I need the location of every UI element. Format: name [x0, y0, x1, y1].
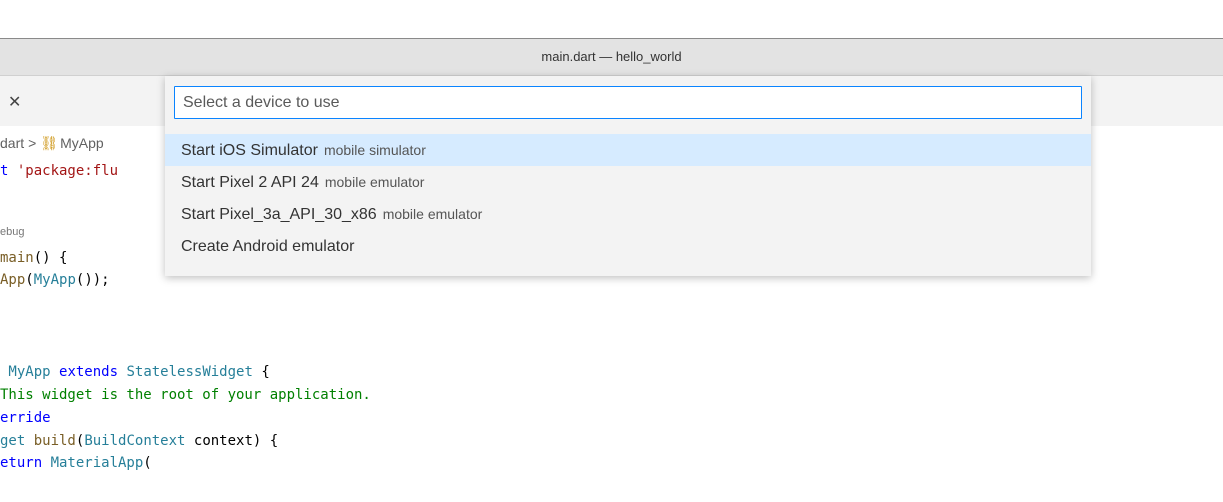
code-token: eturn: [0, 455, 51, 471]
code-token: erride: [0, 410, 51, 426]
code-token: main: [0, 250, 34, 266]
code-token: App: [0, 272, 26, 288]
code-token: () {: [33, 250, 68, 266]
code-token: MyApp: [0, 364, 60, 380]
code-line: t 'package:flu: [0, 163, 118, 179]
code-token: StatelessWidget: [126, 364, 253, 380]
code-line: MyApp extends StatelessWidget {: [0, 364, 270, 380]
device-item-pixel-3a[interactable]: Start Pixel_3a_API_30_x86 mobile emulator: [165, 198, 1091, 230]
class-icon: ⛓: [40, 135, 59, 151]
code-token: extends: [59, 364, 119, 380]
breadcrumb-separator: >: [28, 135, 37, 151]
code-line: main() {: [0, 250, 67, 266]
device-list: Start iOS Simulator mobile simulator Star…: [165, 134, 1091, 262]
code-token: get: [0, 433, 34, 449]
code-line: App(MyApp());: [0, 272, 110, 288]
window-title-bar: main.dart — hello_world: [0, 38, 1223, 76]
device-item-label: Start Pixel_3a_API_30_x86: [181, 206, 377, 223]
code-token: 'package:flu: [16, 163, 119, 179]
code-line: erride: [0, 410, 51, 426]
code-token: MaterialApp: [50, 455, 144, 471]
desktop-strip: [0, 0, 1223, 38]
window-title: main.dart — hello_world: [541, 49, 682, 64]
code-editor[interactable]: t 'package:flu main() { App(MyApp()); My…: [0, 0, 371, 471]
code-line: eturn MaterialApp(: [0, 455, 152, 471]
device-item-description: mobile emulator: [382, 206, 483, 222]
code-token: {: [252, 364, 270, 380]
device-item-label: Start iOS Simulator: [181, 142, 318, 159]
code-token: (: [143, 455, 152, 471]
device-quick-pick: Start iOS Simulator mobile simulator Star…: [165, 76, 1091, 276]
device-item-description: mobile simulator: [323, 142, 426, 158]
code-token: MyApp: [33, 272, 76, 288]
device-item-label: Start Pixel 2 API 24: [181, 174, 319, 191]
code-token: t: [0, 163, 17, 179]
code-token: This widget is the root of your applicat…: [0, 387, 371, 403]
code-token: ());: [75, 272, 110, 288]
breadcrumb-symbol[interactable]: MyApp: [60, 135, 104, 151]
device-item-ios-simulator[interactable]: Start iOS Simulator mobile simulator: [165, 134, 1091, 166]
device-item-create-android[interactable]: Create Android emulator: [165, 230, 1091, 262]
code-token: (: [25, 272, 34, 288]
device-item-description: [354, 238, 360, 254]
codelens-debug[interactable]: ebug: [0, 226, 24, 238]
device-item-label: Create Android emulator: [181, 238, 355, 255]
code-token: BuildContext: [84, 433, 186, 449]
device-item-pixel-2[interactable]: Start Pixel 2 API 24 mobile emulator: [165, 166, 1091, 198]
code-token: context) {: [185, 433, 279, 449]
code-token: build: [33, 433, 76, 449]
code-line: This widget is the root of your applicat…: [0, 387, 371, 403]
device-item-description: mobile emulator: [324, 174, 425, 190]
code-line: get build(BuildContext context) {: [0, 433, 278, 449]
device-search-input[interactable]: [174, 86, 1082, 119]
